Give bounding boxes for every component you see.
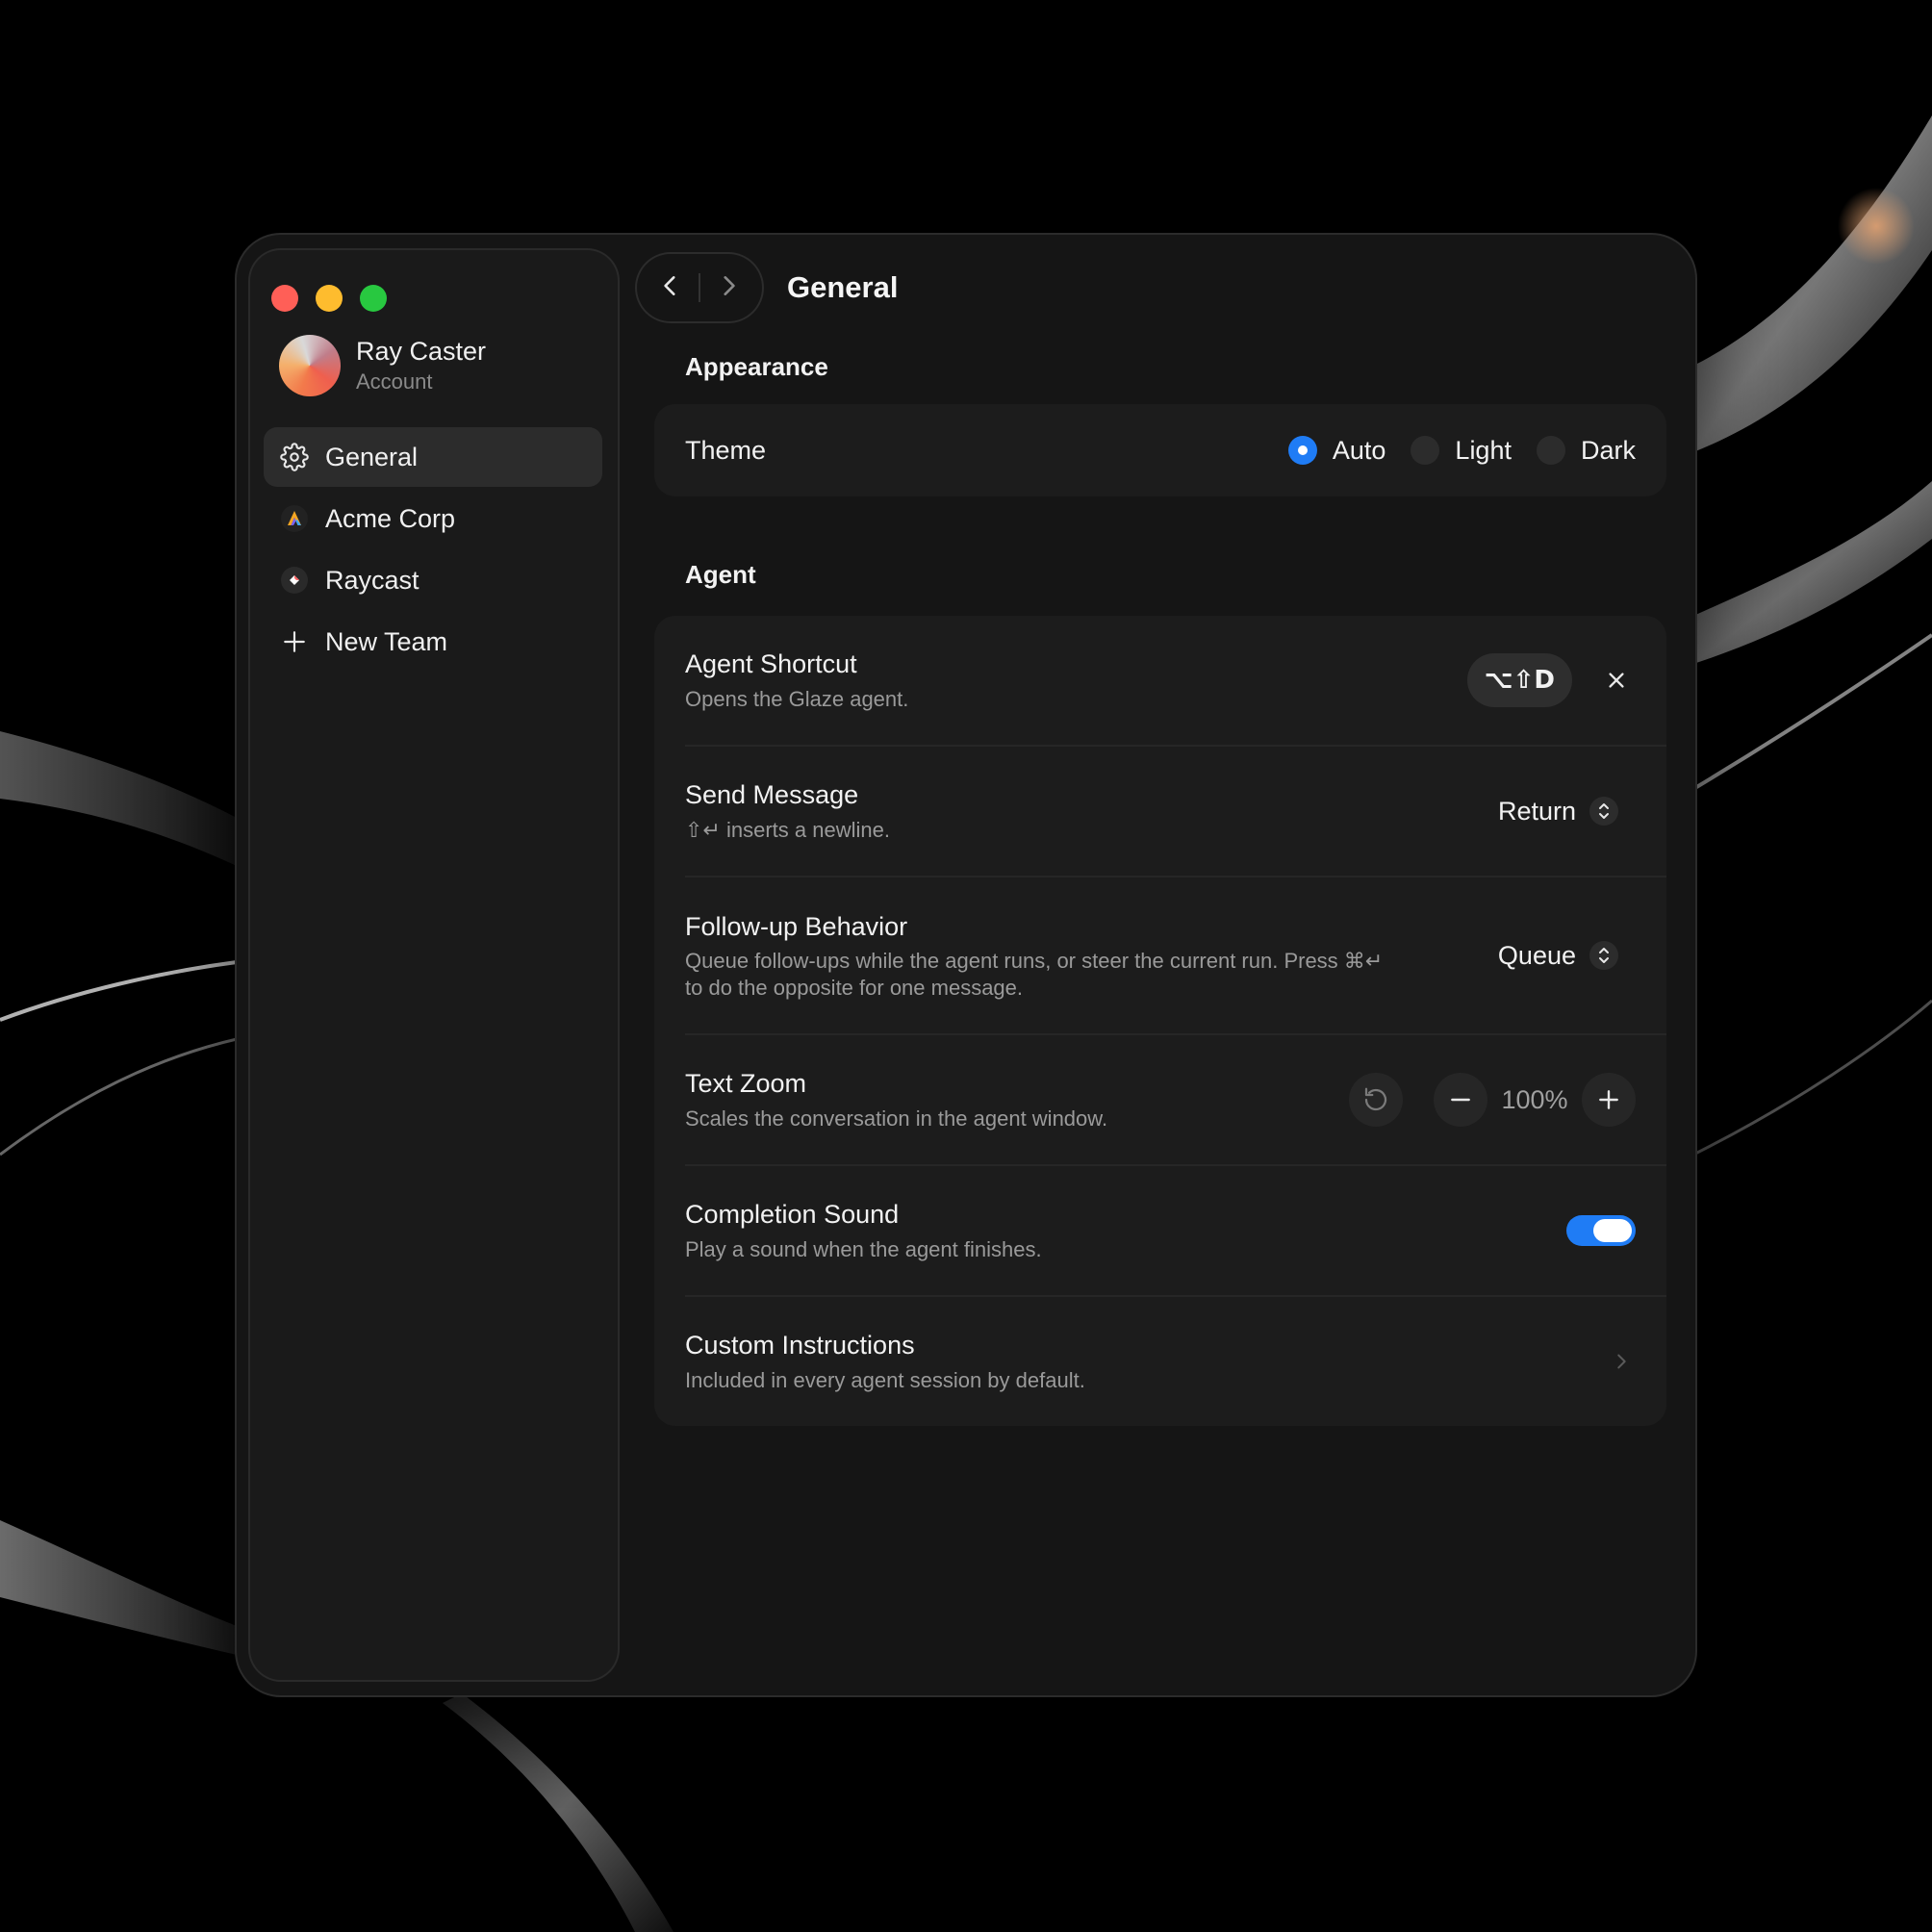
nav-divider	[699, 273, 700, 302]
sidebar: Ray Caster Account General Acme Corp Ray…	[250, 250, 618, 1680]
close-window-button[interactable]	[271, 285, 298, 312]
chevron-up-down-icon	[1589, 797, 1618, 826]
page-title: General	[787, 270, 899, 304]
agent-card: Agent Shortcut Opens the Glaze agent. ⌥⇧…	[654, 616, 1666, 1426]
follow-up-select[interactable]: Queue	[1498, 941, 1636, 971]
agent-shortcut-title: Agent Shortcut	[685, 649, 857, 678]
settings-content: Appearance Theme Auto Light Dark Agent A…	[654, 327, 1666, 1426]
text-zoom-control: 100%	[1349, 1073, 1636, 1127]
agent-shortcut-row: Agent Shortcut Opens the Glaze agent. ⌥⇧…	[685, 616, 1666, 747]
sidebar-item-new-team[interactable]: New Team	[264, 612, 602, 672]
sidebar-item-raycast[interactable]: Raycast	[264, 550, 602, 610]
completion-sound-toggle[interactable]	[1566, 1215, 1636, 1246]
reset-zoom-button[interactable]	[1349, 1073, 1403, 1127]
completion-sound-desc: Play a sound when the agent finishes.	[685, 1237, 1042, 1261]
zoom-value: 100%	[1501, 1084, 1568, 1114]
account-item[interactable]: Ray Caster Account	[279, 335, 486, 396]
theme-radio-light[interactable]	[1411, 436, 1440, 465]
completion-sound-title: Completion Sound	[685, 1200, 900, 1229]
section-title-agent: Agent	[685, 560, 756, 589]
theme-option-label[interactable]: Light	[1455, 436, 1512, 466]
theme-row: Theme Auto Light Dark	[685, 404, 1666, 496]
send-message-desc: ⇧↵ inserts a newline.	[685, 818, 890, 842]
chevron-right-icon	[724, 275, 735, 295]
follow-up-value: Queue	[1497, 940, 1576, 970]
reset-icon	[1364, 1087, 1387, 1111]
account-subtitle: Account	[356, 369, 433, 394]
gear-icon	[279, 442, 310, 472]
text-zoom-title: Text Zoom	[685, 1069, 807, 1098]
completion-sound-row: Completion Sound Play a sound when the a…	[685, 1166, 1666, 1297]
plus-icon	[1599, 1090, 1618, 1109]
custom-instructions-desc: Included in every agent session by defau…	[685, 1368, 1085, 1392]
chevron-up-down-icon	[1589, 941, 1618, 970]
sidebar-nav: General Acme Corp Raycast New Team	[264, 427, 602, 674]
follow-up-desc-line1: Queue follow-ups while the agent runs, o…	[685, 949, 1384, 973]
back-button[interactable]	[658, 273, 683, 303]
text-zoom-desc: Scales the conversation in the agent win…	[685, 1106, 1108, 1131]
send-message-row: Send Message ⇧↵ inserts a newline. Retur…	[685, 747, 1666, 877]
clear-shortcut-button[interactable]	[1597, 661, 1636, 699]
sidebar-item-label: New Team	[325, 626, 448, 656]
custom-instructions-title: Custom Instructions	[685, 1331, 915, 1360]
follow-up-row: Follow-up Behavior Queue follow-ups whil…	[685, 877, 1666, 1035]
theme-radio-auto[interactable]	[1287, 436, 1317, 465]
follow-up-desc-line2: to do the opposite for one message.	[685, 976, 1024, 1000]
sidebar-item-label: General	[325, 442, 419, 471]
send-message-title: Send Message	[685, 780, 859, 809]
send-message-select[interactable]: Return	[1498, 797, 1636, 826]
sidebar-item-label: Acme Corp	[325, 503, 456, 533]
follow-up-title: Follow-up Behavior	[685, 912, 908, 941]
minimize-window-button[interactable]	[316, 285, 343, 312]
send-message-value: Return	[1497, 796, 1576, 826]
plus-icon	[279, 626, 310, 657]
theme-option-label[interactable]: Dark	[1581, 436, 1636, 466]
theme-label: Theme	[685, 436, 767, 465]
sidebar-item-general[interactable]: General	[264, 427, 602, 487]
chevron-right-icon	[1617, 1354, 1626, 1369]
toolbar: General	[637, 250, 898, 325]
theme-radio-group: Auto Light Dark	[1287, 436, 1636, 466]
theme-option-label[interactable]: Auto	[1333, 436, 1386, 466]
text-zoom-row: Text Zoom Scales the conversation in the…	[685, 1035, 1666, 1166]
avatar	[279, 335, 341, 396]
account-name: Ray Caster	[356, 337, 487, 366]
sidebar-item-label: Raycast	[325, 565, 419, 595]
window-controls	[271, 285, 387, 312]
appearance-card: Theme Auto Light Dark	[654, 404, 1666, 496]
minus-icon	[1451, 1098, 1470, 1102]
custom-instructions-row[interactable]: Custom Instructions Included in every ag…	[685, 1297, 1666, 1426]
raycast-logo-icon	[279, 565, 310, 596]
zoom-out-button[interactable]	[1434, 1073, 1487, 1127]
sidebar-item-acme-corp[interactable]: Acme Corp	[264, 489, 602, 548]
close-icon	[1609, 673, 1624, 688]
chevron-left-icon	[664, 275, 675, 295]
history-nav	[637, 254, 762, 321]
agent-shortcut-desc: Opens the Glaze agent.	[685, 687, 909, 711]
section-title-appearance: Appearance	[685, 352, 828, 381]
zoom-in-button[interactable]	[1582, 1073, 1636, 1127]
theme-radio-dark[interactable]	[1536, 436, 1565, 465]
zoom-window-button[interactable]	[360, 285, 387, 312]
acme-logo-icon	[279, 503, 310, 534]
settings-window: Ray Caster Account General Acme Corp Ray…	[237, 235, 1695, 1695]
forward-button[interactable]	[716, 273, 741, 303]
shortcut-recorder[interactable]: ⌥⇧D	[1466, 653, 1572, 707]
